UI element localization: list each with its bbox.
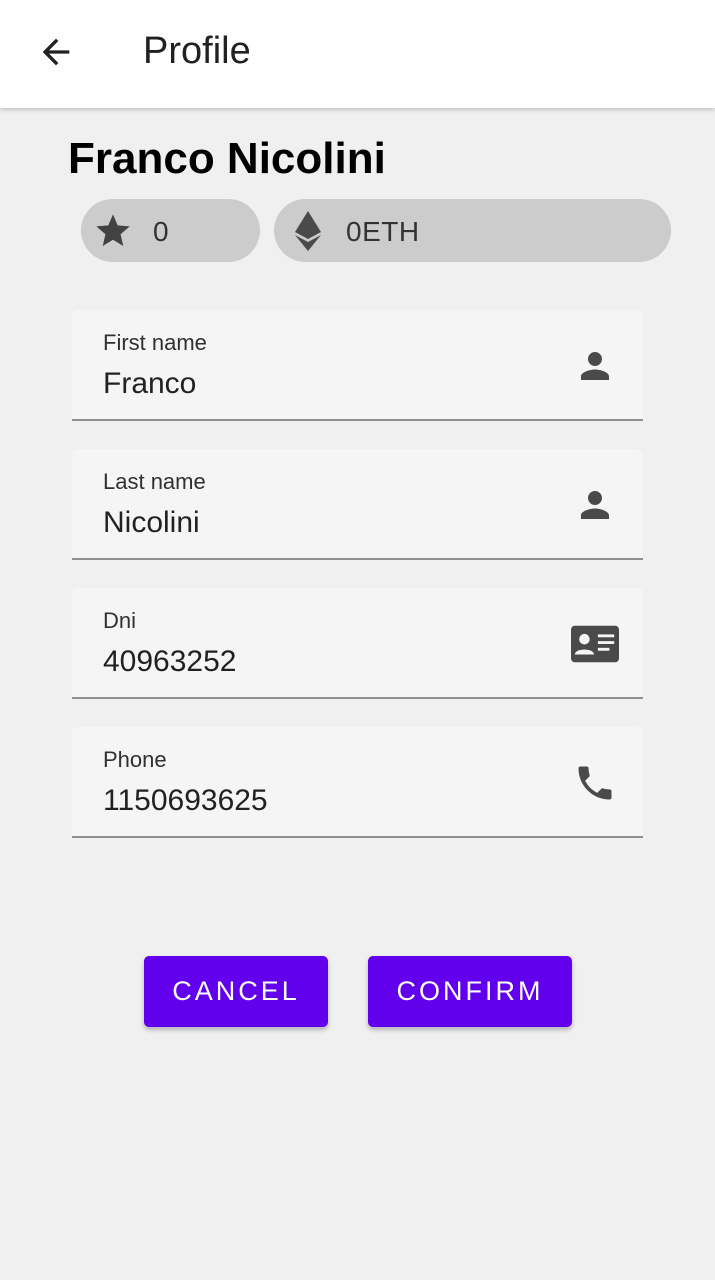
dni-label: Dni xyxy=(103,608,137,633)
cancel-button[interactable]: CANCEL xyxy=(144,956,328,1027)
balance-value: 0ETH xyxy=(346,216,420,247)
person-icon xyxy=(571,481,619,529)
rating-value: 0 xyxy=(153,216,170,247)
id-card-icon xyxy=(571,620,619,668)
phone-icon xyxy=(571,759,619,807)
page-title: Profile xyxy=(143,30,251,72)
last-name-input[interactable] xyxy=(103,506,543,540)
user-full-name: Franco Nicolini xyxy=(68,134,386,183)
person-icon xyxy=(571,342,619,390)
phone-input[interactable] xyxy=(103,784,543,818)
first-name-input[interactable] xyxy=(103,367,543,401)
dni-field[interactable]: Dni xyxy=(72,588,643,699)
balance-chip: 0ETH xyxy=(274,199,671,262)
phone-label: Phone xyxy=(103,747,167,772)
ethereum-icon xyxy=(288,211,328,251)
arrow-back-icon xyxy=(36,32,76,77)
back-button[interactable] xyxy=(24,22,88,86)
last-name-label: Last name xyxy=(103,469,206,494)
app-bar: Profile xyxy=(0,0,715,108)
phone-field[interactable]: Phone xyxy=(72,727,643,838)
first-name-label: First name xyxy=(103,330,207,355)
star-icon xyxy=(93,211,133,251)
dni-input[interactable] xyxy=(103,645,543,679)
confirm-button[interactable]: CONFIRM xyxy=(368,956,572,1027)
first-name-field[interactable]: First name xyxy=(72,310,643,421)
last-name-field[interactable]: Last name xyxy=(72,449,643,560)
rating-chip: 0 xyxy=(81,199,260,262)
